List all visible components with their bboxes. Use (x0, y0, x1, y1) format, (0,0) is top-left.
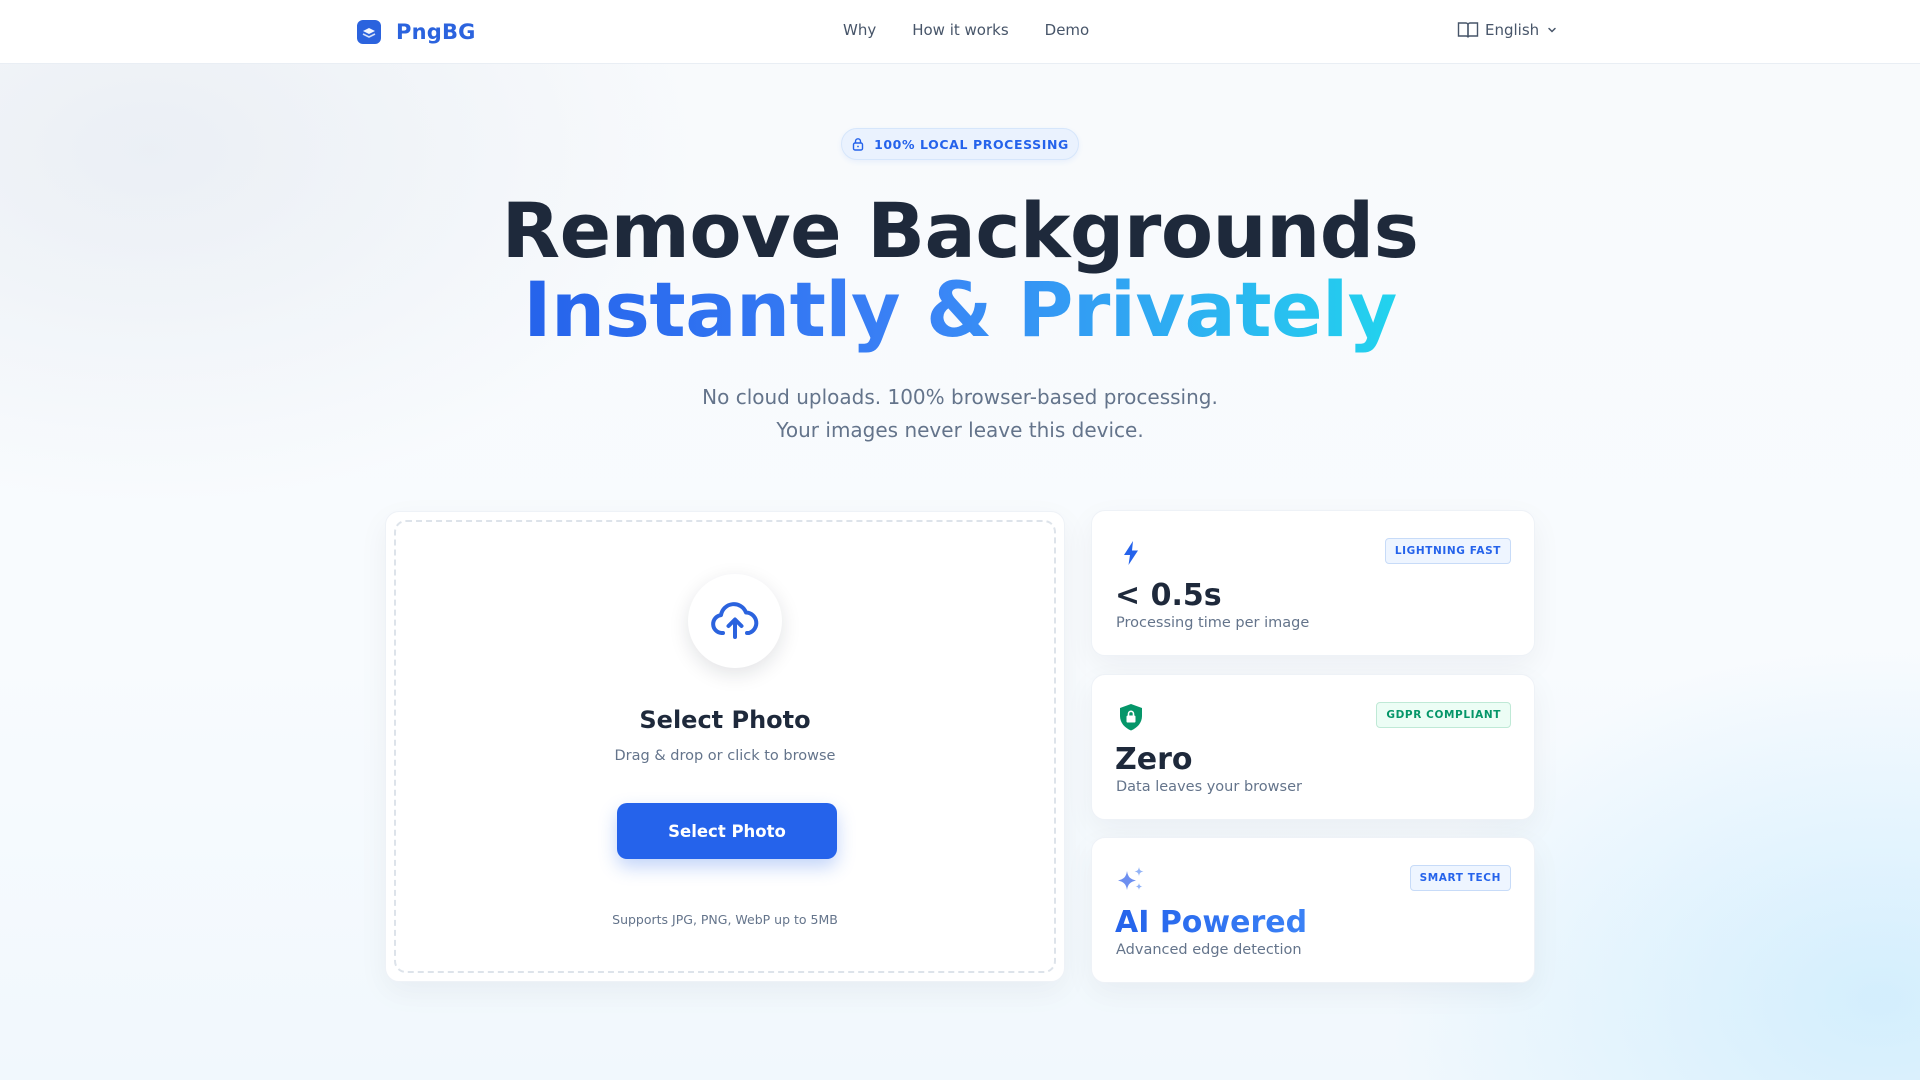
ai-value: AI Powered (1115, 905, 1308, 940)
main-nav: Why How it works Demo (843, 21, 1089, 39)
logo-icon (357, 20, 381, 44)
hero-subtitle-line2: Your images never leave this device. (776, 418, 1144, 442)
supported-formats-note: Supports JPG, PNG, WebP up to 5MB (612, 912, 838, 927)
badge-text: 100% LOCAL PROCESSING (874, 136, 1069, 152)
brand-logo[interactable]: PngBG (356, 19, 476, 45)
privacy-description: Data leaves your browser (1116, 779, 1302, 795)
sparkles-icon (1118, 867, 1144, 890)
lightning-fast-badge: LIGHTNING FAST (1384, 538, 1511, 564)
lock-icon (852, 138, 864, 151)
local-processing-badge: 100% LOCAL PROCESSING (841, 128, 1079, 160)
hero-title-gradient-text: Instantly & Privately (523, 265, 1397, 354)
privacy-value: Zero (1115, 742, 1193, 777)
nav-link-demo[interactable]: Demo (1045, 21, 1090, 39)
select-photo-button[interactable]: Select Photo (617, 803, 837, 859)
shield-lock-icon (1120, 704, 1142, 731)
nav-link-why[interactable]: Why (843, 21, 876, 39)
feature-card-ai: SMART TECH AI Powered Advanced edge dete… (1091, 837, 1535, 983)
hero-title-line1: Remove Backgrounds (501, 186, 1419, 275)
feature-card-speed: LIGHTNING FAST < 0.5s Processing time pe… (1091, 510, 1535, 656)
chevron-down-icon (1548, 27, 1556, 33)
lightning-icon (1124, 541, 1138, 565)
speed-description: Processing time per image (1116, 615, 1310, 631)
smart-tech-badge: SMART TECH (1409, 865, 1511, 891)
language-label: English (1485, 21, 1540, 39)
dropzone-title: Select Photo (639, 706, 811, 734)
hero-title-line2: Instantly & Privately (0, 272, 1920, 348)
feature-card-privacy: GDPR COMPLIANT Zero Data leaves your bro… (1091, 674, 1535, 820)
hero-subtitle-line1: No cloud uploads. 100% browser-based pro… (702, 385, 1218, 409)
brand-name: PngBG (396, 20, 476, 44)
nav-link-how-it-works[interactable]: How it works (912, 21, 1008, 39)
ai-description: Advanced edge detection (1116, 942, 1302, 958)
upload-icon-circle (688, 574, 782, 668)
upload-card: Select Photo Drag & drop or click to bro… (385, 511, 1065, 982)
cloud-upload-icon (711, 602, 759, 639)
top-navbar: PngBG Why How it works Demo English (0, 0, 1920, 64)
gdpr-compliant-badge: GDPR COMPLIANT (1376, 702, 1511, 728)
language-selector[interactable]: English (1457, 21, 1557, 39)
speed-value: < 0.5s (1115, 578, 1222, 613)
photo-dropzone[interactable]: Select Photo Drag & drop or click to bro… (394, 520, 1056, 973)
book-icon (1457, 22, 1479, 38)
dropzone-subtitle: Drag & drop or click to browse (614, 748, 836, 764)
